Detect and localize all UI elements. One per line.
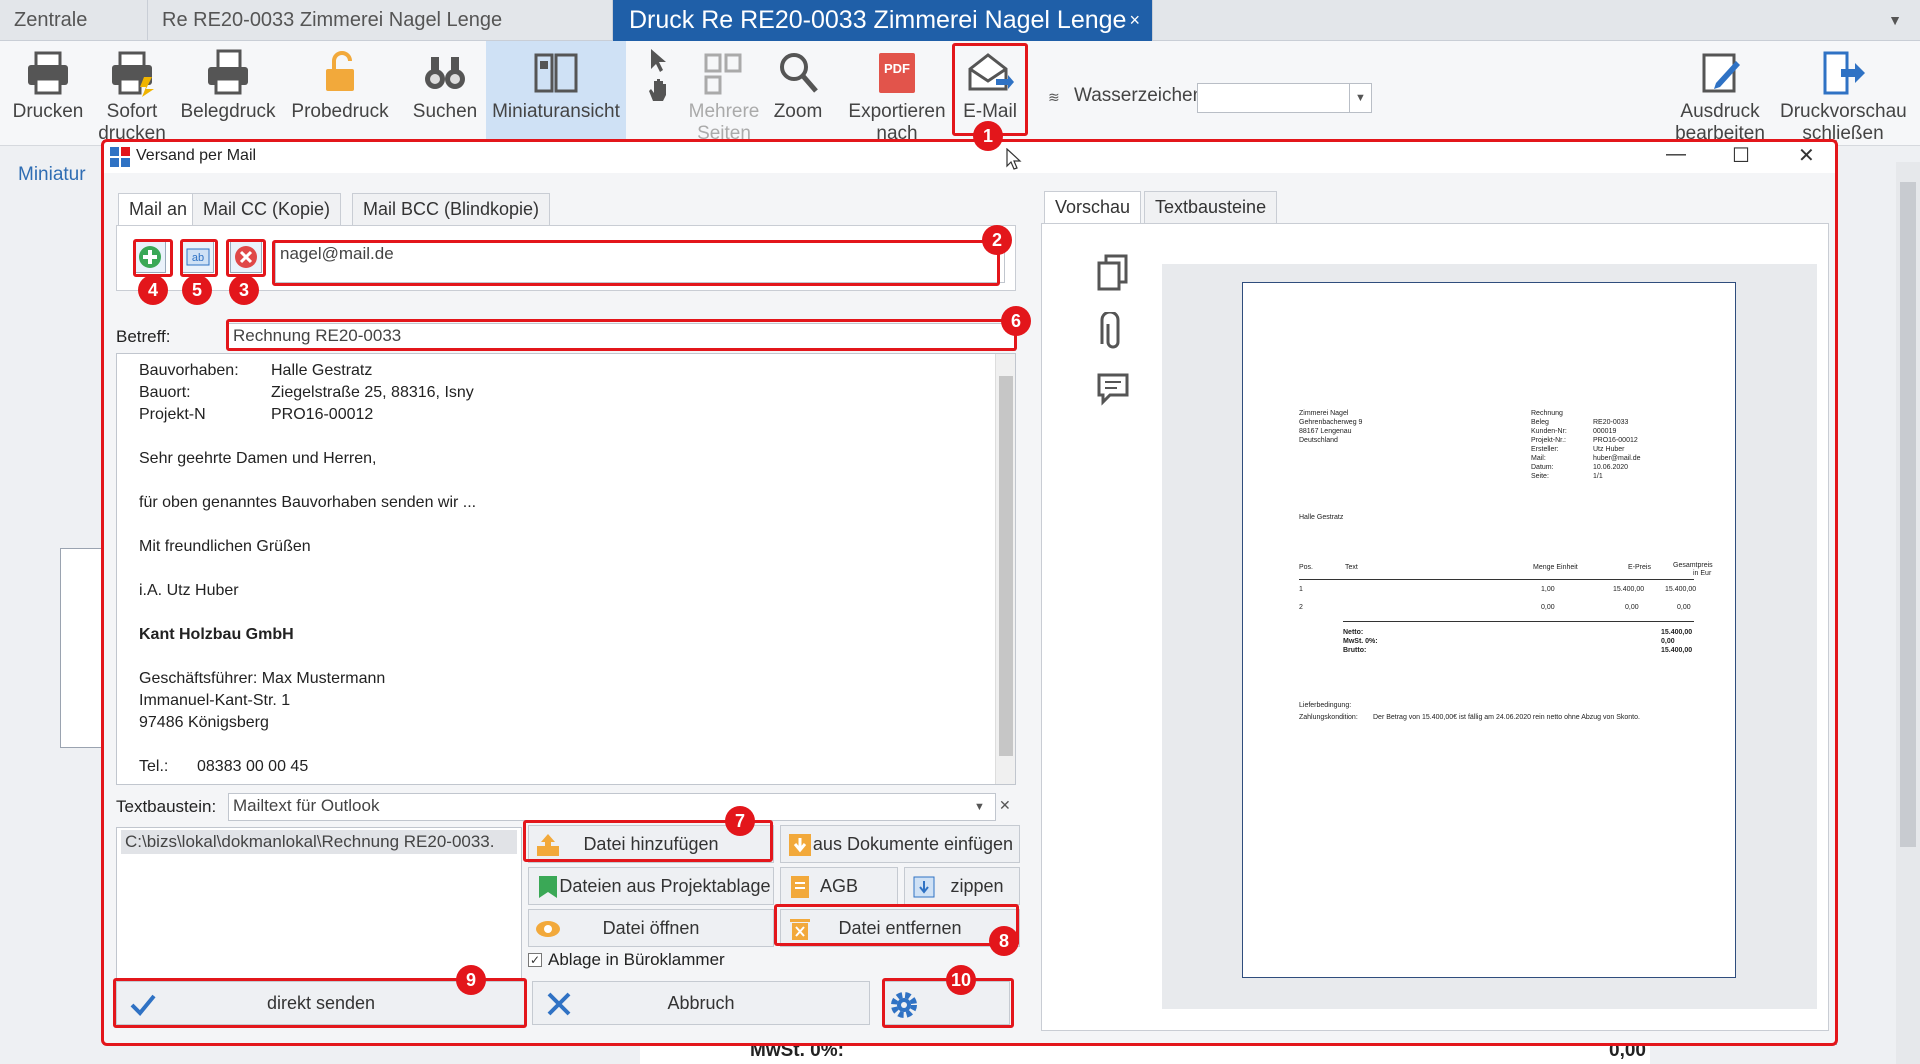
wasserzeichen-select[interactable]: ▼ [1197, 83, 1372, 113]
tab-rechnung[interactable]: Re RE20-0033 Zimmerei Nagel Lenge [148, 0, 613, 41]
annotation-badge-4: 4 [138, 275, 168, 305]
exit-icon [1823, 51, 1865, 95]
probedruck-button[interactable]: Probedruck [288, 41, 392, 145]
pointer-tools[interactable] [636, 41, 680, 145]
drucken-button[interactable]: Drucken [6, 41, 90, 145]
tab-zentrale[interactable]: Zentrale [0, 0, 148, 41]
svg-text:PDF: PDF [884, 61, 910, 76]
annotation-box-5 [180, 239, 218, 277]
miniatur-panel-label: Miniatur [18, 164, 86, 185]
annotation-box-8 [774, 904, 1019, 946]
annotation-badge-2: 2 [982, 225, 1012, 255]
close-tab-icon[interactable]: × [1129, 0, 1140, 41]
annotation-badge-3: 3 [229, 275, 259, 305]
mehrere-seiten-button[interactable]: Mehrere Seiten [682, 41, 766, 145]
page-thumbnail[interactable] [60, 548, 102, 748]
annotation-badge-5: 5 [182, 275, 212, 305]
annotation-box-2 [272, 240, 1000, 286]
exportieren-button[interactable]: PDF Exportieren nach [846, 41, 948, 145]
document-print-icon [208, 49, 248, 95]
suchen-button[interactable]: Suchen [408, 41, 482, 145]
annotation-box-3 [226, 239, 266, 277]
chevron-down-icon[interactable]: ▼ [1349, 84, 1371, 112]
hand-icon [649, 79, 666, 101]
annotation-box-6 [226, 319, 1017, 351]
annotation-badge-1: 1 [973, 121, 1003, 151]
pdf-icon: PDF [879, 53, 915, 93]
wasserzeichen-label: Wasserzeichen [1074, 85, 1204, 106]
watermark-icon: ≋ [1048, 89, 1060, 105]
druckvorschau-schliessen-button[interactable]: Druckvorschau schließen [1780, 41, 1907, 145]
annotation-badge-9: 9 [456, 965, 486, 995]
unlock-icon [326, 51, 354, 91]
multi-page-icon [704, 53, 742, 95]
annotation-badge-8: 8 [989, 926, 1019, 956]
edit-document-icon [1702, 53, 1740, 93]
pointer-icon [651, 49, 666, 72]
tab-druck[interactable]: Druck Re RE20-0033 Zimmerei Nagel Lenge … [613, 0, 1153, 41]
main-scrollbar[interactable] [1896, 162, 1920, 1064]
quick-print-icon [112, 51, 154, 97]
annotation-box-4 [133, 239, 173, 277]
thumbnail-view-icon [534, 53, 578, 93]
miniaturansicht-button[interactable]: Miniaturansicht [486, 41, 626, 145]
belegdruck-button[interactable]: Belegdruck [178, 41, 278, 145]
annotation-badge-6: 6 [1001, 306, 1031, 336]
zoom-button[interactable]: Zoom [770, 41, 826, 145]
annotation-badge-10: 10 [946, 965, 976, 995]
chevron-down-icon[interactable]: ▼ [1888, 12, 1902, 28]
printer-icon [28, 51, 68, 95]
magnifier-icon [780, 53, 818, 93]
sofort-drucken-button[interactable]: Sofort drucken [92, 41, 172, 145]
annotation-badge-7: 7 [725, 806, 755, 836]
ausdruck-bearbeiten-button[interactable]: Ausdruck bearbeiten [1668, 41, 1772, 145]
binoculars-icon [425, 57, 465, 89]
document-tabstrip: Zentrale Re RE20-0033 Zimmerei Nagel Len… [0, 0, 1920, 41]
